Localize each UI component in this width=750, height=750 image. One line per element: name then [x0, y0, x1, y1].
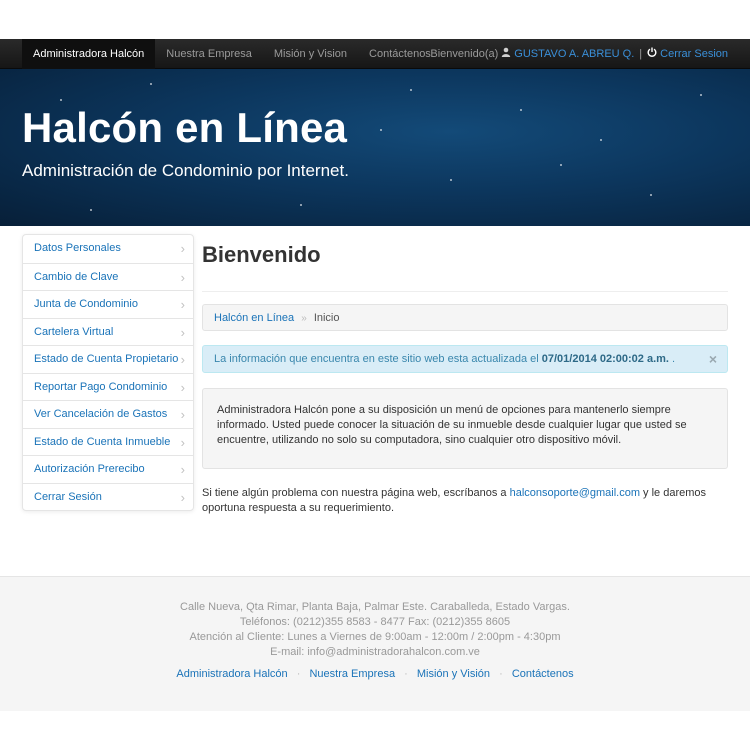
- nav-links: Administradora Halcón Nuestra Empresa Mi…: [22, 39, 442, 69]
- sidebar-item-label: Cerrar Sesión: [34, 490, 102, 503]
- user-icon: [501, 39, 511, 69]
- chevron-right-icon: ›: [180, 379, 185, 395]
- star-decoration: [560, 164, 562, 166]
- sidebar-item-junta-condominio[interactable]: Junta de Condominio ›: [23, 290, 193, 318]
- footer-link-mision-vision[interactable]: Misión y Visión: [417, 668, 490, 680]
- sidebar-nav: Datos Personales › Cambio de Clave › Jun…: [22, 234, 194, 511]
- nav-link-contactenos[interactable]: Contáctenos: [358, 39, 442, 69]
- footer-link-separator: ·: [499, 668, 503, 680]
- footer-link-nuestra-empresa[interactable]: Nuestra Empresa: [309, 668, 395, 680]
- sidebar-item-label: Junta de Condominio: [34, 298, 138, 310]
- chevron-right-icon: ›: [180, 407, 185, 422]
- logout-link[interactable]: Cerrar Sesion: [660, 39, 728, 69]
- star-decoration: [60, 99, 62, 101]
- chevron-right-icon: ›: [180, 489, 185, 505]
- nav-user-area: Bienvenido(a) GUSTAVO A. ABREU Q. | Cerr…: [430, 39, 728, 69]
- sidebar-item-reportar-pago[interactable]: Reportar Pago Condominio ›: [23, 372, 193, 401]
- breadcrumb: Halcón en Línea » Inicio: [202, 304, 728, 331]
- footer-phones: Teléfonos: (0212)355 8583 - 8477 Fax: (0…: [239, 616, 511, 628]
- nav-brand-link[interactable]: Administradora Halcón: [22, 39, 156, 69]
- alert-suffix: .: [668, 353, 676, 365]
- sidebar-item-cancelacion-gastos[interactable]: Ver Cancelación de Gastos ›: [23, 400, 193, 428]
- sidebar-item-label: Ver Cancelación de Gastos: [34, 408, 168, 420]
- star-decoration: [380, 129, 382, 131]
- sidebar-item-datos-personales[interactable]: Datos Personales ›: [23, 235, 193, 263]
- star-decoration: [600, 139, 602, 141]
- footer-email: E-mail: info@administradorahalcon.com.ve: [270, 646, 480, 658]
- footer-links: Administradora Halcón · Nuestra Empresa …: [0, 668, 750, 680]
- sidebar-item-label: Estado de Cuenta Inmueble: [34, 435, 171, 448]
- sidebar-item-estado-cuenta-inmueble[interactable]: Estado de Cuenta Inmueble ›: [23, 427, 193, 456]
- alert-date: 07/01/2014 02:00:02 a.m.: [541, 353, 669, 365]
- sidebar-item-label: Cambio de Clave: [34, 270, 119, 283]
- sidebar-item-cambio-clave[interactable]: Cambio de Clave ›: [23, 262, 193, 291]
- sidebar-item-cerrar-sesion[interactable]: Cerrar Sesión ›: [23, 482, 193, 511]
- sidebar-item-label: Autorización Prerecibo: [34, 463, 145, 475]
- breadcrumb-current: Inicio: [313, 312, 340, 324]
- user-name-link[interactable]: GUSTAVO A. ABREU Q.: [514, 39, 634, 69]
- chevron-right-icon: ›: [180, 241, 185, 256]
- sidebar-item-estado-cuenta-propietario[interactable]: Estado de Cuenta Propietario ›: [23, 345, 193, 373]
- star-decoration: [650, 194, 652, 196]
- sidebar-item-label: Estado de Cuenta Propietario: [34, 353, 179, 365]
- breadcrumb-separator: »: [301, 313, 307, 324]
- hero-subtitle: Administración de Condominio por Interne…: [22, 161, 349, 180]
- footer-link-administradora[interactable]: Administradora Halcón: [176, 668, 287, 680]
- power-icon: [647, 39, 657, 69]
- sidebar-item-label: Reportar Pago Condominio: [34, 380, 168, 393]
- alert-text: La información que encuentra en este sit…: [214, 353, 542, 365]
- top-navbar: Administradora Halcón Nuestra Empresa Mi…: [0, 39, 750, 69]
- close-icon[interactable]: ×: [709, 346, 717, 373]
- star-decoration: [410, 89, 412, 91]
- hero-title: Halcón en Línea: [22, 104, 348, 151]
- star-decoration: [520, 109, 522, 111]
- info-well: Administradora Halcón pone a su disposic…: [202, 388, 728, 469]
- star-decoration: [150, 83, 152, 85]
- info-alert: La información que encuentra en este sit…: [202, 345, 728, 373]
- footer-link-separator: ·: [296, 668, 301, 680]
- nav-link-nuestra-empresa[interactable]: Nuestra Empresa: [155, 39, 263, 69]
- star-decoration: [90, 209, 92, 211]
- breadcrumb-home-link[interactable]: Halcón en Línea: [214, 312, 294, 324]
- sidebar-item-autorizacion-prerecibo[interactable]: Autorización Prerecibo ›: [23, 455, 193, 483]
- sidebar-item-cartelera-virtual[interactable]: Cartelera Virtual ›: [23, 317, 193, 346]
- star-decoration: [450, 179, 452, 181]
- chevron-right-icon: ›: [180, 297, 185, 312]
- well-text: Administradora Halcón pone a su disposic…: [217, 404, 687, 446]
- star-decoration: [700, 94, 702, 96]
- sidebar-item-label: Cartelera Virtual: [34, 325, 114, 338]
- welcome-text: Bienvenido(a): [430, 48, 499, 60]
- nav-separator: |: [639, 48, 643, 60]
- star-decoration: [300, 204, 302, 206]
- footer-contact: Calle Nueva, Qta Rimar, Planta Baja, Pal…: [0, 600, 750, 660]
- footer-link-separator: ·: [404, 668, 408, 680]
- chevron-right-icon: ›: [180, 434, 185, 450]
- support-text: Si tiene algún problema con nuestra pági…: [202, 486, 728, 516]
- chevron-right-icon: ›: [180, 324, 185, 340]
- chevron-right-icon: ›: [180, 462, 185, 477]
- footer-hours: Atención al Cliente: Lunes a Viernes de …: [189, 631, 561, 643]
- footer: Calle Nueva, Qta Rimar, Planta Baja, Pal…: [0, 576, 750, 711]
- chevron-right-icon: ›: [180, 352, 185, 367]
- support-before: Si tiene algún problema con nuestra pági…: [202, 487, 510, 499]
- footer-link-contactenos[interactable]: Contáctenos: [512, 668, 574, 680]
- support-email-link[interactable]: halconsoporte@gmail.com: [510, 487, 640, 499]
- divider: [202, 291, 728, 292]
- main-content: Bienvenido Halcón en Línea » Inicio La i…: [202, 234, 728, 514]
- sidebar-item-label: Datos Personales: [34, 242, 121, 254]
- footer-address: Calle Nueva, Qta Rimar, Planta Baja, Pal…: [180, 601, 570, 613]
- hero-banner: Halcón en Línea Administración de Condom…: [0, 69, 750, 226]
- page-title: Bienvenido: [202, 242, 321, 267]
- nav-link-mision-vision[interactable]: Misión y Vision: [263, 39, 358, 69]
- chevron-right-icon: ›: [180, 269, 185, 285]
